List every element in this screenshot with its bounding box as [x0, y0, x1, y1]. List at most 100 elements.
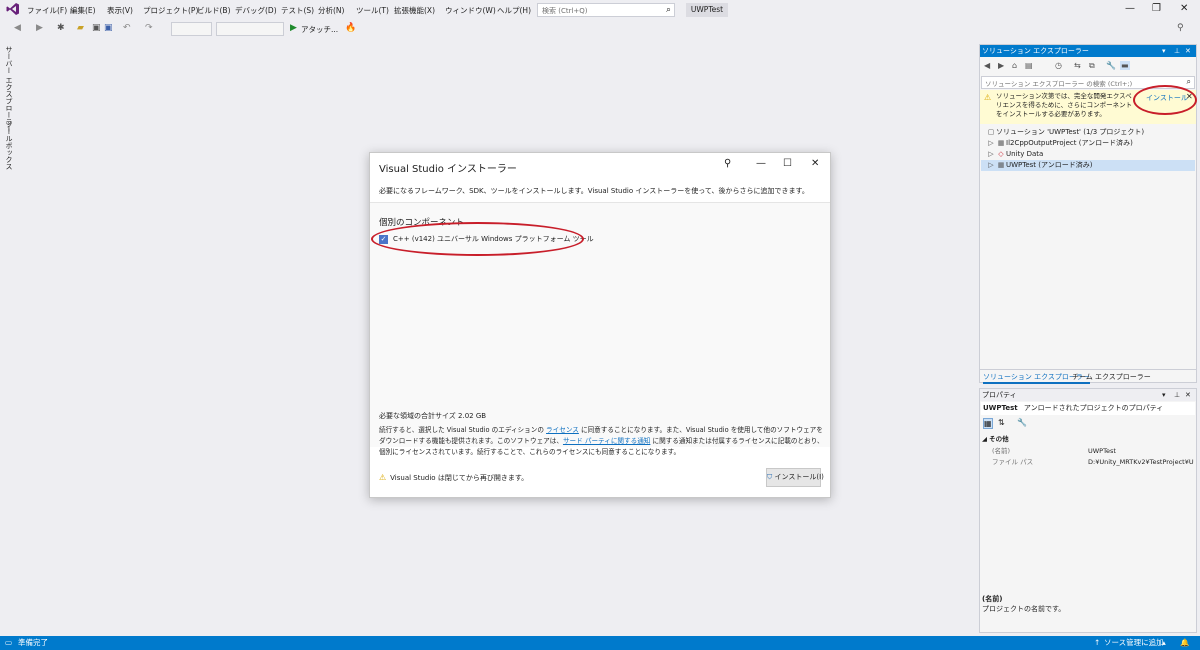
- menu-project[interactable]: プロジェクト(P): [143, 5, 198, 16]
- solution-explorer-toolbar: ◀ ▶ ⌂ ▤ ◷ ⇆ ⧉ 🔧 ▬: [980, 58, 1196, 75]
- property-pages-icon[interactable]: 🔧: [1017, 418, 1027, 427]
- tree-item-solution[interactable]: ▢ ソリューション 'UWPTest' (1/3 プロジェクト): [986, 127, 1194, 138]
- dropdown-icon[interactable]: ▴: [1162, 636, 1166, 650]
- total-size-text: 必要な領域の合計サイズ 2.02 GB: [379, 412, 487, 420]
- menu-help[interactable]: ヘルプ(H): [497, 5, 531, 16]
- menu-debug[interactable]: デバッグ(D): [235, 5, 277, 16]
- search-icon[interactable]: ⌕: [666, 5, 671, 15]
- tree-item-il2cpp[interactable]: ▷ ▦ Il2CppOutputProject (アンロード済み): [986, 138, 1194, 149]
- pin-icon[interactable]: ⊥: [1174, 45, 1180, 57]
- properties-title: プロパティ: [982, 391, 1017, 399]
- menu-build[interactable]: ビルド(B): [197, 5, 231, 16]
- new-item-icon[interactable]: ✱: [57, 23, 65, 33]
- visual-studio-logo-icon[interactable]: [6, 2, 20, 16]
- upload-icon[interactable]: ↑: [1094, 636, 1100, 650]
- solution-search-placeholder: ソリューション エクスプローラー の検索 (Ctrl+;): [985, 80, 1133, 88]
- license-link[interactable]: ライセンス: [546, 426, 579, 434]
- dropdown-icon[interactable]: ▾: [1162, 45, 1166, 57]
- tree-item-unity-data[interactable]: ▷ ◇ Unity Data: [986, 149, 1194, 160]
- source-control-button[interactable]: ソース管理に追加: [1104, 636, 1164, 650]
- preview-icon[interactable]: ▬: [1120, 61, 1130, 70]
- menu-edit[interactable]: 編集(E): [70, 5, 96, 16]
- install-button[interactable]: ⛉ インストール(I): [766, 468, 824, 487]
- status-text: 準備完了: [18, 638, 48, 647]
- property-row[interactable]: (名前) UWPTest: [982, 446, 1194, 457]
- status-icon: ▭: [5, 638, 13, 647]
- collapse-all-icon[interactable]: ⧉: [1089, 61, 1095, 71]
- properties-icon[interactable]: 🔧: [1106, 61, 1116, 70]
- property-row[interactable]: ファイル パス D:¥Unity_MRTKv2¥TestProject¥U: [982, 457, 1194, 468]
- undo-icon[interactable]: ↶: [123, 23, 131, 33]
- open-folder-icon[interactable]: ▰: [77, 23, 84, 33]
- configuration-dropdown[interactable]: [171, 22, 212, 36]
- pin-icon[interactable]: ⊥: [1174, 389, 1180, 401]
- redo-icon[interactable]: ↷: [145, 23, 153, 33]
- restart-warning: ⚠ Visual Studio は閉じてから再び開きます。: [379, 473, 529, 482]
- shared-project-icon: ◇: [998, 150, 1004, 158]
- notifications-icon[interactable]: 🔔: [1180, 636, 1189, 650]
- pending-changes-icon[interactable]: ◷: [1055, 61, 1062, 70]
- maximize-icon[interactable]: ☐: [783, 158, 792, 169]
- feedback-icon[interactable]: ⚲: [1177, 23, 1184, 33]
- warning-icon: ⚠: [984, 93, 992, 102]
- menu-window[interactable]: ウィンドウ(W): [445, 5, 496, 16]
- object-selector[interactable]: UWPTest アンロードされたプロジェクトのプロパティ: [981, 402, 1195, 415]
- attach-button[interactable]: アタッチ...: [301, 24, 338, 35]
- menu-test[interactable]: テスト(S): [281, 5, 314, 16]
- search-icon[interactable]: ⌕: [1187, 77, 1191, 87]
- close-icon[interactable]: ✕: [811, 158, 819, 169]
- server-explorer-tab[interactable]: サーバー エクスプローラー: [4, 46, 14, 132]
- collapse-icon[interactable]: ◢: [982, 435, 987, 443]
- expand-icon[interactable]: ▷: [986, 149, 996, 160]
- category-row[interactable]: ◢ その他: [982, 434, 1194, 445]
- platform-dropdown[interactable]: [216, 22, 284, 36]
- save-icon[interactable]: ▣: [92, 23, 101, 33]
- expand-icon[interactable]: ▷: [986, 160, 996, 171]
- tree-item-uwptest[interactable]: ▷ ▦ UWPTest (アンロード済み): [981, 160, 1195, 171]
- switch-views-icon[interactable]: ▤: [1025, 61, 1033, 70]
- close-icon[interactable]: ✕: [1185, 45, 1191, 57]
- search-placeholder: 検索 (Ctrl+Q): [542, 7, 588, 15]
- expand-icon[interactable]: ▷: [986, 138, 996, 149]
- solution-explorer-header: ソリューション エクスプローラー ▾ ⊥ ✕: [980, 45, 1196, 57]
- toolbox-tab[interactable]: ツールボックス: [4, 121, 14, 170]
- alphabetical-icon[interactable]: ⇅: [998, 418, 1005, 427]
- description-text: プロジェクトの名前です。: [982, 605, 1066, 613]
- minimize-icon[interactable]: —: [756, 158, 766, 169]
- back-icon[interactable]: ◀: [14, 23, 21, 33]
- menu-bar: ファイル(F) 編集(E) 表示(V) プロジェクト(P) ビルド(B) デバッ…: [0, 0, 1200, 19]
- restore-icon[interactable]: ❐: [1152, 3, 1161, 14]
- menu-tools[interactable]: ツール(T): [356, 5, 389, 16]
- close-icon[interactable]: ✕: [1185, 389, 1191, 401]
- solution-explorer-title: ソリューション エクスプローラー: [982, 47, 1089, 55]
- third-party-notices-link[interactable]: サード パーティに関する通知: [563, 437, 650, 445]
- properties-panel: プロパティ ▾ ⊥ ✕ UWPTest アンロードされたプロジェクトのプロパティ…: [979, 388, 1197, 633]
- forward-icon[interactable]: ▶: [36, 23, 43, 33]
- project-icon: ▦: [997, 139, 1005, 147]
- search-input[interactable]: 検索 (Ctrl+Q) ⌕: [537, 3, 675, 17]
- annotation-ellipse-component: [371, 222, 584, 256]
- hot-reload-icon[interactable]: 🔥: [345, 23, 356, 33]
- dropdown-icon[interactable]: ▾: [1162, 389, 1166, 401]
- menu-analyze[interactable]: 分析(N): [318, 5, 344, 16]
- menu-file[interactable]: ファイル(F): [27, 5, 67, 16]
- home-icon[interactable]: ⌂: [1012, 61, 1017, 70]
- forward-icon[interactable]: ▶: [998, 61, 1004, 70]
- categorized-icon[interactable]: ▦: [983, 418, 993, 429]
- save-all-icon[interactable]: ▣: [104, 23, 113, 33]
- sync-icon[interactable]: ⇆: [1074, 61, 1081, 70]
- warning-icon: ⚠: [379, 473, 387, 482]
- status-bar: ▭ 準備完了 ↑ ソース管理に追加 ▴ 🔔: [0, 636, 1200, 650]
- play-icon[interactable]: ▶: [290, 23, 297, 33]
- properties-header: プロパティ ▾ ⊥ ✕: [980, 389, 1196, 401]
- solution-icon: ▢: [987, 128, 995, 136]
- tab-team-explorer[interactable]: チーム エクスプローラー: [1072, 372, 1151, 382]
- menu-extensions[interactable]: 拡張機能(X): [394, 5, 435, 16]
- close-icon[interactable]: ✕: [1180, 3, 1188, 14]
- description-title: (名前): [982, 595, 1003, 603]
- minimize-icon[interactable]: —: [1125, 3, 1135, 14]
- menu-view[interactable]: 表示(V): [107, 5, 133, 16]
- back-icon[interactable]: ◀: [984, 61, 990, 70]
- pin-icon[interactable]: ⚲: [724, 158, 731, 169]
- project-icon: ▦: [997, 161, 1005, 169]
